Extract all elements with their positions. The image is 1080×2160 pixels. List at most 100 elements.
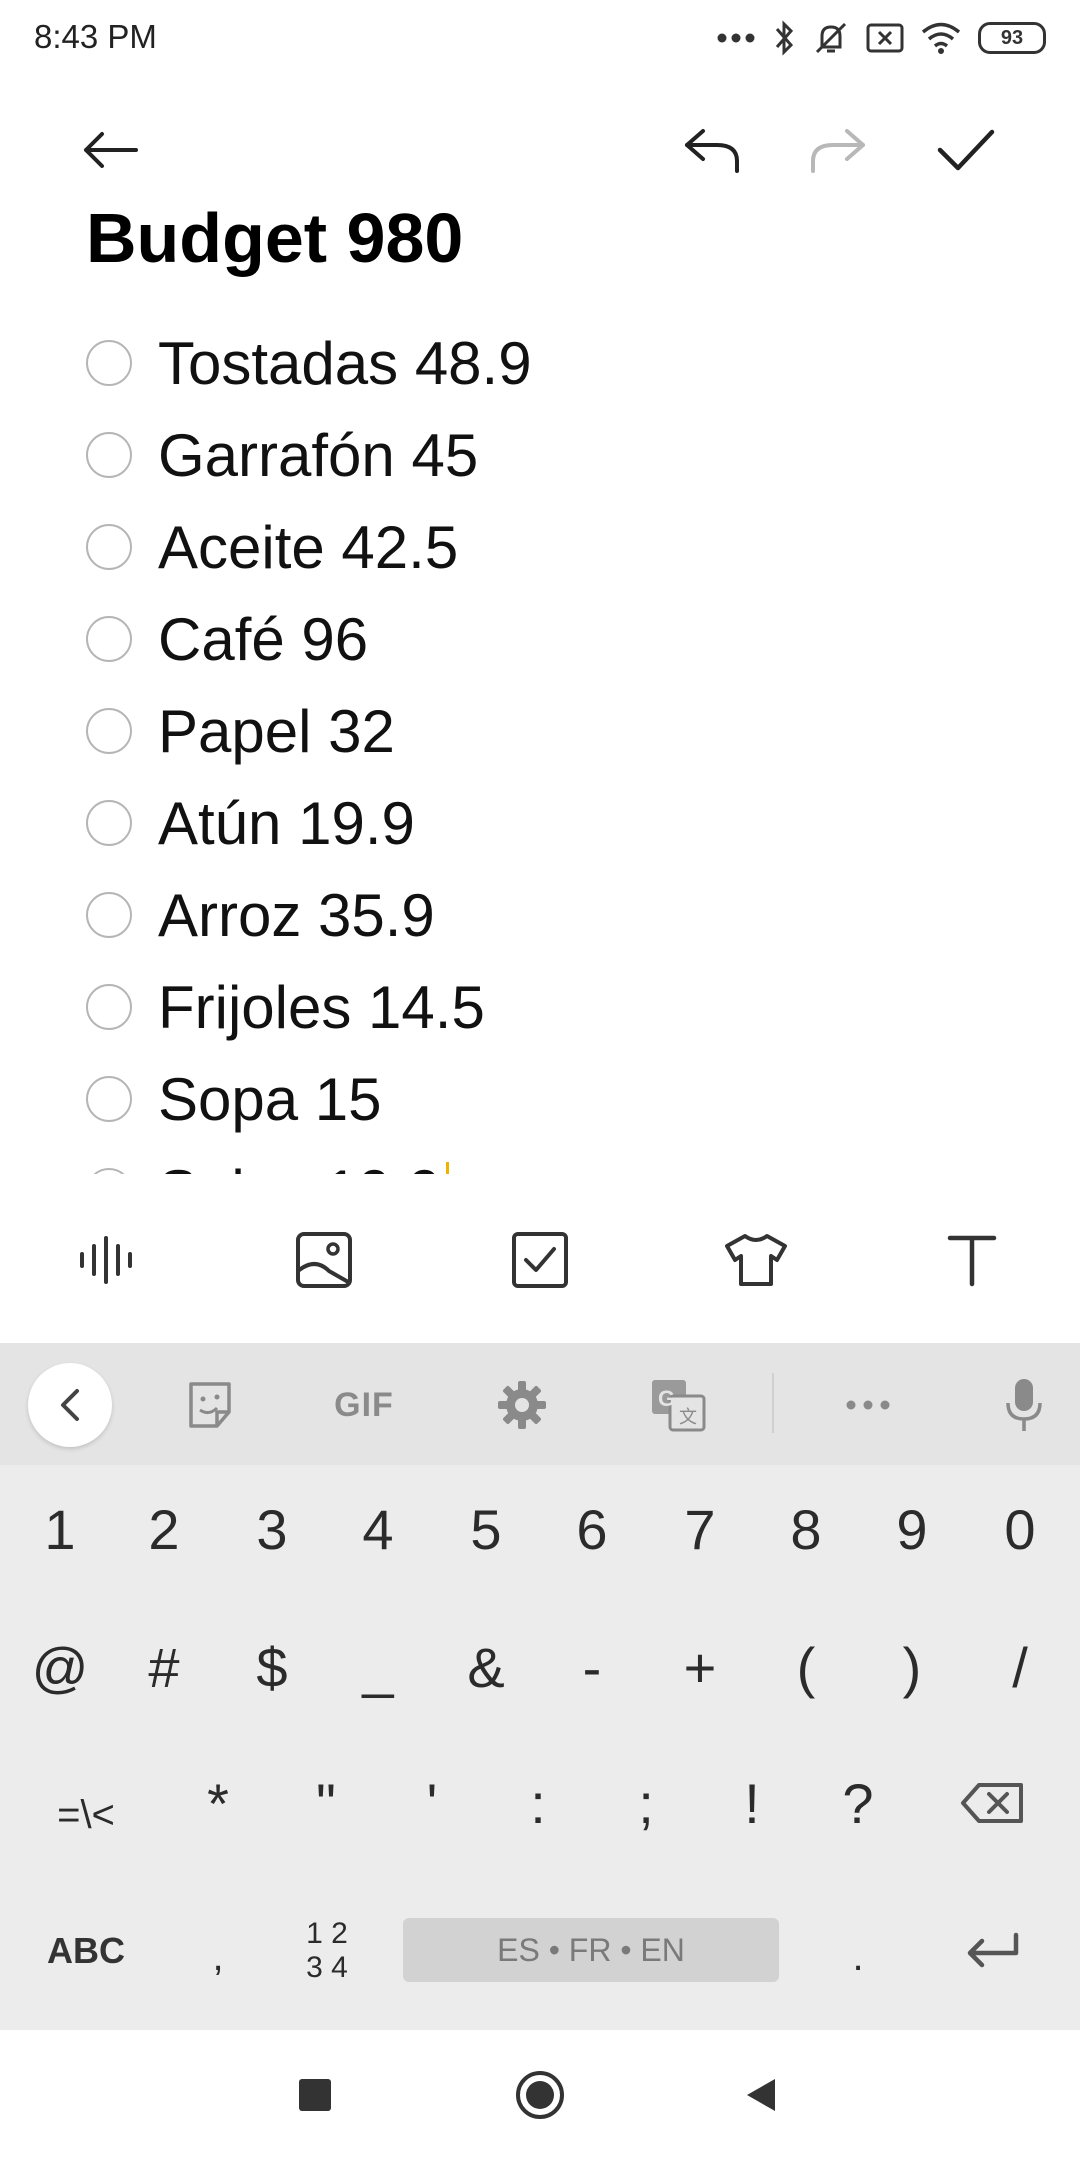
list-item[interactable]: Arroz 35.9: [0, 878, 1080, 970]
translate-icon[interactable]: G文: [638, 1365, 718, 1445]
key-double-quote[interactable]: ": [272, 1743, 380, 1863]
theme-shirt-icon[interactable]: [716, 1220, 796, 1300]
list-item-text[interactable]: Aceite 42.5: [158, 518, 458, 578]
key-colon[interactable]: :: [484, 1743, 592, 1863]
svg-text:文: 文: [679, 1407, 697, 1428]
undo-icon[interactable]: [672, 110, 752, 190]
key-0[interactable]: 0: [966, 1469, 1074, 1589]
list-item-text[interactable]: Atún 19.9: [158, 794, 415, 854]
list-item[interactable]: Atún 19.9: [0, 786, 1080, 878]
list-item-text[interactable]: Sopa 15: [158, 1070, 382, 1130]
list-item[interactable]: Café 96: [0, 602, 1080, 694]
key-4[interactable]: 4: [324, 1469, 432, 1589]
checklist: Tostadas 48.9 Garrafón 45 Aceite 42.5 Ca…: [0, 318, 1080, 1174]
sim-off-icon: [866, 23, 904, 53]
back-arrow-icon[interactable]: [70, 110, 150, 190]
status-bar: 8:43 PM 93: [0, 0, 1080, 78]
enter-icon[interactable]: [930, 1891, 1054, 2011]
list-item[interactable]: Papel 32: [0, 694, 1080, 786]
audio-waveform-icon[interactable]: [68, 1220, 148, 1300]
checkbox-circle[interactable]: [86, 524, 132, 570]
key-period[interactable]: .: [804, 1897, 912, 2017]
checklist-icon[interactable]: [500, 1220, 580, 1300]
key-semicolon[interactable]: ;: [592, 1743, 700, 1863]
back-triangle-icon[interactable]: [726, 2060, 796, 2130]
key-close-paren[interactable]: ): [858, 1607, 966, 1727]
sticker-icon[interactable]: [170, 1365, 250, 1445]
numpad-toggle-bottom: 3 4: [306, 1951, 348, 1984]
collapse-chevron-icon[interactable]: [28, 1363, 112, 1447]
key-slash[interactable]: /: [966, 1607, 1074, 1727]
abc-key[interactable]: ABC: [20, 1891, 152, 2011]
checkbox-circle[interactable]: [86, 432, 132, 478]
redo-icon[interactable]: [798, 110, 878, 190]
key-9[interactable]: 9: [858, 1469, 966, 1589]
key-more-symbols[interactable]: =\<: [20, 1755, 152, 1875]
text-cursor: [445, 1162, 449, 1174]
checkbox-circle[interactable]: [86, 984, 132, 1030]
list-item-text[interactable]: Tostadas 48.9: [158, 334, 532, 394]
checkbox-circle[interactable]: [86, 616, 132, 662]
list-item-text[interactable]: Arroz 35.9: [158, 886, 435, 946]
backspace-icon[interactable]: [930, 1743, 1054, 1863]
key-open-paren[interactable]: (: [752, 1607, 860, 1727]
key-minus[interactable]: -: [538, 1607, 646, 1727]
key-ampersand[interactable]: &: [432, 1607, 540, 1727]
key-5[interactable]: 5: [432, 1469, 540, 1589]
list-item[interactable]: Garrafón 45: [0, 418, 1080, 510]
space-bar[interactable]: ES • FR • EN: [403, 1918, 779, 1982]
list-item[interactable]: Frijoles 14.5: [0, 970, 1080, 1062]
key-exclamation[interactable]: !: [698, 1743, 806, 1863]
numpad-toggle-key[interactable]: 1 2 3 4: [272, 1891, 382, 2011]
key-1[interactable]: 1: [6, 1469, 114, 1589]
more-icon[interactable]: [828, 1365, 908, 1445]
list-item-text[interactable]: Frijoles 14.5: [158, 978, 485, 1038]
list-item-text[interactable]: Papel 32: [158, 702, 395, 762]
key-single-quote[interactable]: ': [378, 1743, 486, 1863]
key-question[interactable]: ?: [804, 1743, 912, 1863]
checkbox-circle[interactable]: [86, 708, 132, 754]
home-circle-icon[interactable]: [505, 2060, 575, 2130]
checkbox-circle[interactable]: [86, 1168, 132, 1174]
mute-icon: [812, 19, 850, 57]
check-icon[interactable]: [926, 110, 1006, 190]
image-icon[interactable]: [284, 1220, 364, 1300]
bluetooth-icon: [772, 19, 796, 57]
list-item[interactable]: Tostadas 48.9: [0, 326, 1080, 418]
gif-button[interactable]: GIF: [324, 1365, 404, 1445]
key-7[interactable]: 7: [646, 1469, 754, 1589]
recents-square-icon[interactable]: [280, 2060, 350, 2130]
key-8[interactable]: 8: [752, 1469, 860, 1589]
checkbox-circle[interactable]: [86, 1076, 132, 1122]
list-item[interactable]: Salsa 19.9: [0, 1154, 1080, 1174]
checkbox-circle[interactable]: [86, 800, 132, 846]
key-at[interactable]: @: [6, 1607, 114, 1727]
battery-icon: 93: [978, 22, 1046, 54]
key-plus[interactable]: +: [646, 1607, 754, 1727]
list-item-text[interactable]: Garrafón 45: [158, 426, 478, 486]
key-asterisk[interactable]: *: [164, 1743, 272, 1863]
settings-icon[interactable]: [482, 1365, 562, 1445]
list-item[interactable]: Aceite 42.5: [0, 510, 1080, 602]
wifi-icon: [920, 21, 962, 55]
key-underscore[interactable]: _: [324, 1607, 432, 1727]
text-format-icon[interactable]: [932, 1220, 1012, 1300]
key-3[interactable]: 3: [218, 1469, 326, 1589]
checkbox-circle[interactable]: [86, 892, 132, 938]
mic-icon[interactable]: [984, 1365, 1064, 1445]
key-6[interactable]: 6: [538, 1469, 646, 1589]
key-hash[interactable]: #: [110, 1607, 218, 1727]
svg-text:G: G: [658, 1386, 675, 1411]
key-comma[interactable]: ,: [164, 1897, 272, 2017]
note-title[interactable]: Budget 980: [86, 198, 463, 278]
list-item-text-value[interactable]: Salsa 19.9: [158, 1158, 442, 1175]
numpad-toggle-top: 1 2: [306, 1917, 348, 1950]
list-item-text[interactable]: Café 96: [158, 610, 368, 670]
note-toolbar: [0, 110, 1080, 190]
key-dollar[interactable]: $: [218, 1607, 326, 1727]
list-item-text[interactable]: Salsa 19.9: [158, 1162, 449, 1174]
toolbar-divider: [772, 1373, 774, 1433]
checkbox-circle[interactable]: [86, 340, 132, 386]
list-item[interactable]: Sopa 15: [0, 1062, 1080, 1154]
key-2[interactable]: 2: [110, 1469, 218, 1589]
